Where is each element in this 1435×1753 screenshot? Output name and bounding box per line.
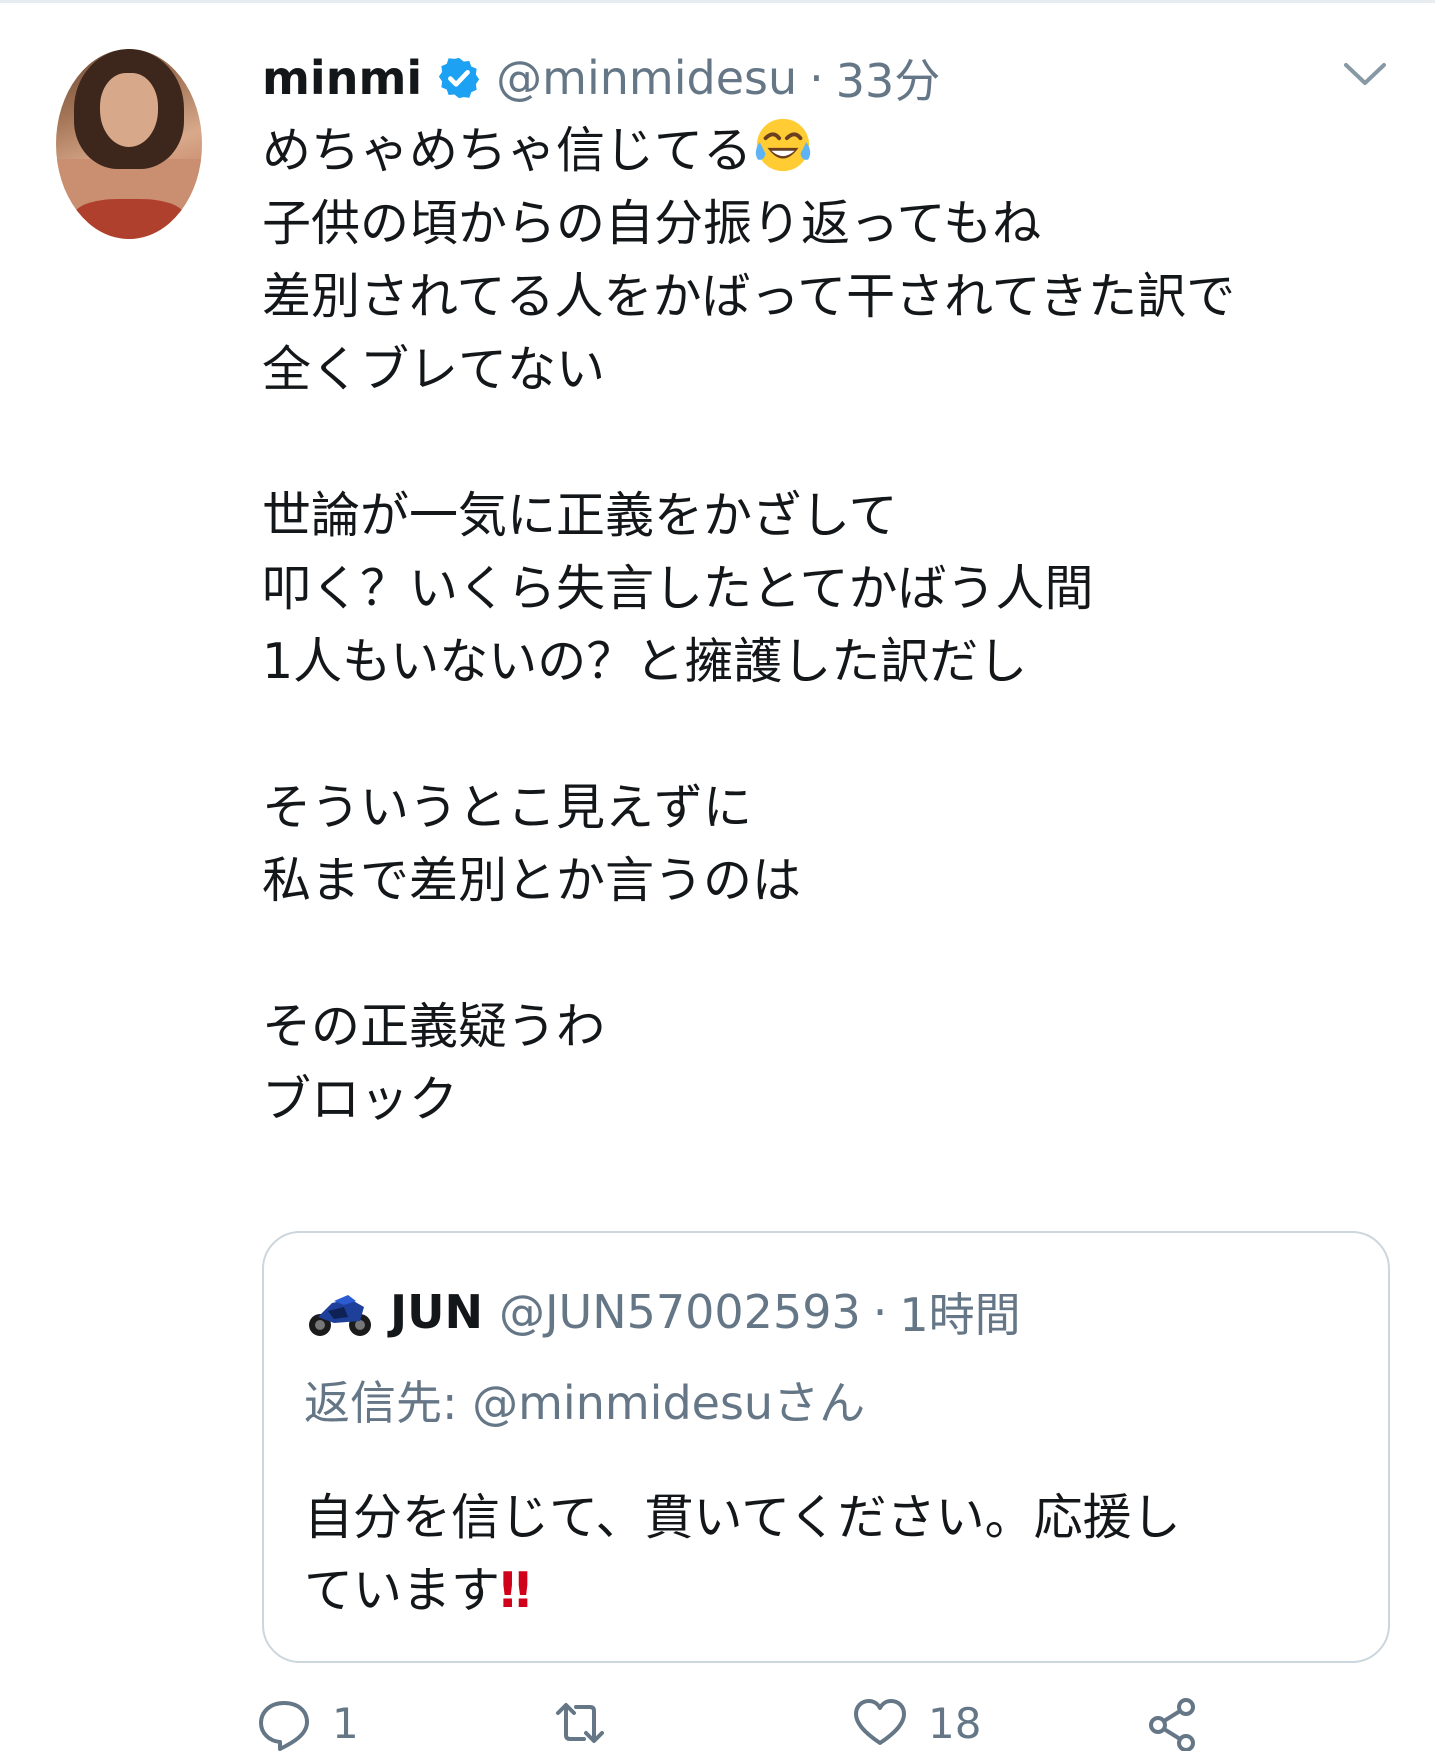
quoted-tweet-text: 自分を信じて、貫いてください。応援し ています‼ [304,1481,1364,1627]
tweet-header: minmi @minmidesu · 33分 [262,43,940,113]
quoted-header-separator: · [872,1285,888,1339]
like-count: 18 [928,1698,982,1748]
tweet-text-body: 子供の頃からの自分振り返ってもね 差別されてる人をかばって干されてきた訳で 全く… [262,195,1236,1128]
author-handle[interactable]: @minmidesu [496,51,797,105]
quoted-tweet[interactable]: JUN @JUN57002593 · 1時間 返信先: @minmidesuさん… [262,1231,1390,1663]
verified-badge-icon [439,57,480,99]
retweet-icon [556,1703,604,1743]
quoted-tweet-header: JUN @JUN57002593 · 1時間 [304,1277,1021,1347]
face-with-tears-of-joy-icon [755,118,811,172]
quoted-tweet-timestamp: 1時間 [899,1288,1021,1342]
quoted-tweet-body: 自分を信じて、貫いてください。応援し ています [304,1489,1181,1619]
quoted-author-handle[interactable]: @JUN57002593 [499,1285,861,1339]
like-button[interactable]: 18 [852,1693,981,1753]
reply-to-label: 返信先: @minmidesuさん [304,1376,866,1430]
quoted-author-name[interactable]: JUN [390,1285,483,1339]
author-avatar[interactable] [56,49,202,239]
reply-count: 1 [332,1698,359,1748]
motorcycle-avatar-icon[interactable] [304,1277,374,1347]
reply-button[interactable]: 1 [256,1693,359,1753]
tweet-timestamp[interactable]: 33分 [836,45,941,111]
author-name[interactable]: minmi [262,51,422,105]
tweet-text-line1: めちゃめちゃ信じてる [262,122,753,179]
tweet-text: めちゃめちゃ信じてる 子供の頃からの自分振り返ってもね 差別されてる人をかばって… [262,113,1382,1136]
retweet-button[interactable] [552,1693,628,1753]
tweet-actions: 1 18 [259,1693,1262,1753]
share-icon [1149,1698,1195,1751]
chevron-down-icon[interactable] [1340,55,1390,95]
tweet-card[interactable]: minmi @minmidesu · 33分 めちゃめちゃ信じてる 子供の頃から… [0,0,1435,1753]
double-exclamation-icon: ‼ [500,1562,531,1619]
share-button[interactable] [1144,1693,1200,1753]
reply-icon [259,1701,309,1751]
header-separator: · [809,51,824,105]
heart-icon [854,1699,906,1745]
